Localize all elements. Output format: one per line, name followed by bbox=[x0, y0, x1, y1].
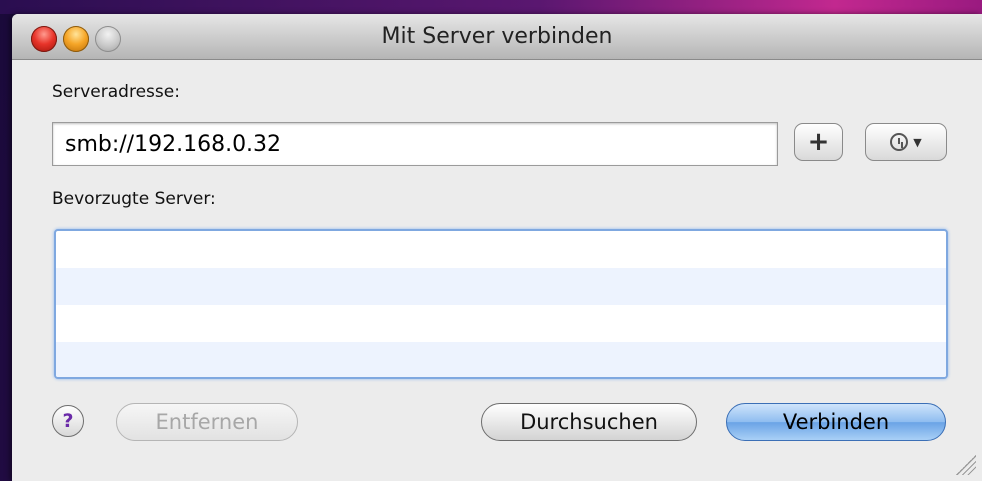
remove-button[interactable]: Entfernen bbox=[116, 403, 298, 441]
desktop-background bbox=[0, 0, 982, 14]
list-row[interactable] bbox=[56, 231, 946, 268]
window-title: Mit Server verbinden bbox=[381, 24, 613, 49]
connect-to-server-window: Mit Server verbinden Serveradresse: + ▼ … bbox=[12, 14, 982, 481]
title-bar[interactable]: Mit Server verbinden bbox=[12, 14, 982, 60]
list-row[interactable] bbox=[56, 268, 946, 305]
server-address-input[interactable] bbox=[52, 122, 778, 166]
favorite-servers-label: Bevorzugte Server: bbox=[52, 189, 216, 209]
chevron-down-icon: ▼ bbox=[913, 135, 922, 149]
help-button[interactable]: ? bbox=[52, 405, 84, 437]
favorite-servers-list[interactable] bbox=[54, 229, 948, 379]
recent-servers-button[interactable]: ▼ bbox=[865, 123, 947, 161]
list-row[interactable] bbox=[56, 305, 946, 342]
add-favorite-button[interactable]: + bbox=[794, 123, 843, 161]
resize-grip[interactable] bbox=[956, 455, 976, 475]
server-address-label: Serveradresse: bbox=[52, 82, 180, 102]
list-row[interactable] bbox=[56, 342, 946, 377]
browse-button[interactable]: Durchsuchen bbox=[481, 403, 697, 441]
clock-icon bbox=[890, 133, 909, 151]
connect-button[interactable]: Verbinden bbox=[726, 403, 946, 441]
